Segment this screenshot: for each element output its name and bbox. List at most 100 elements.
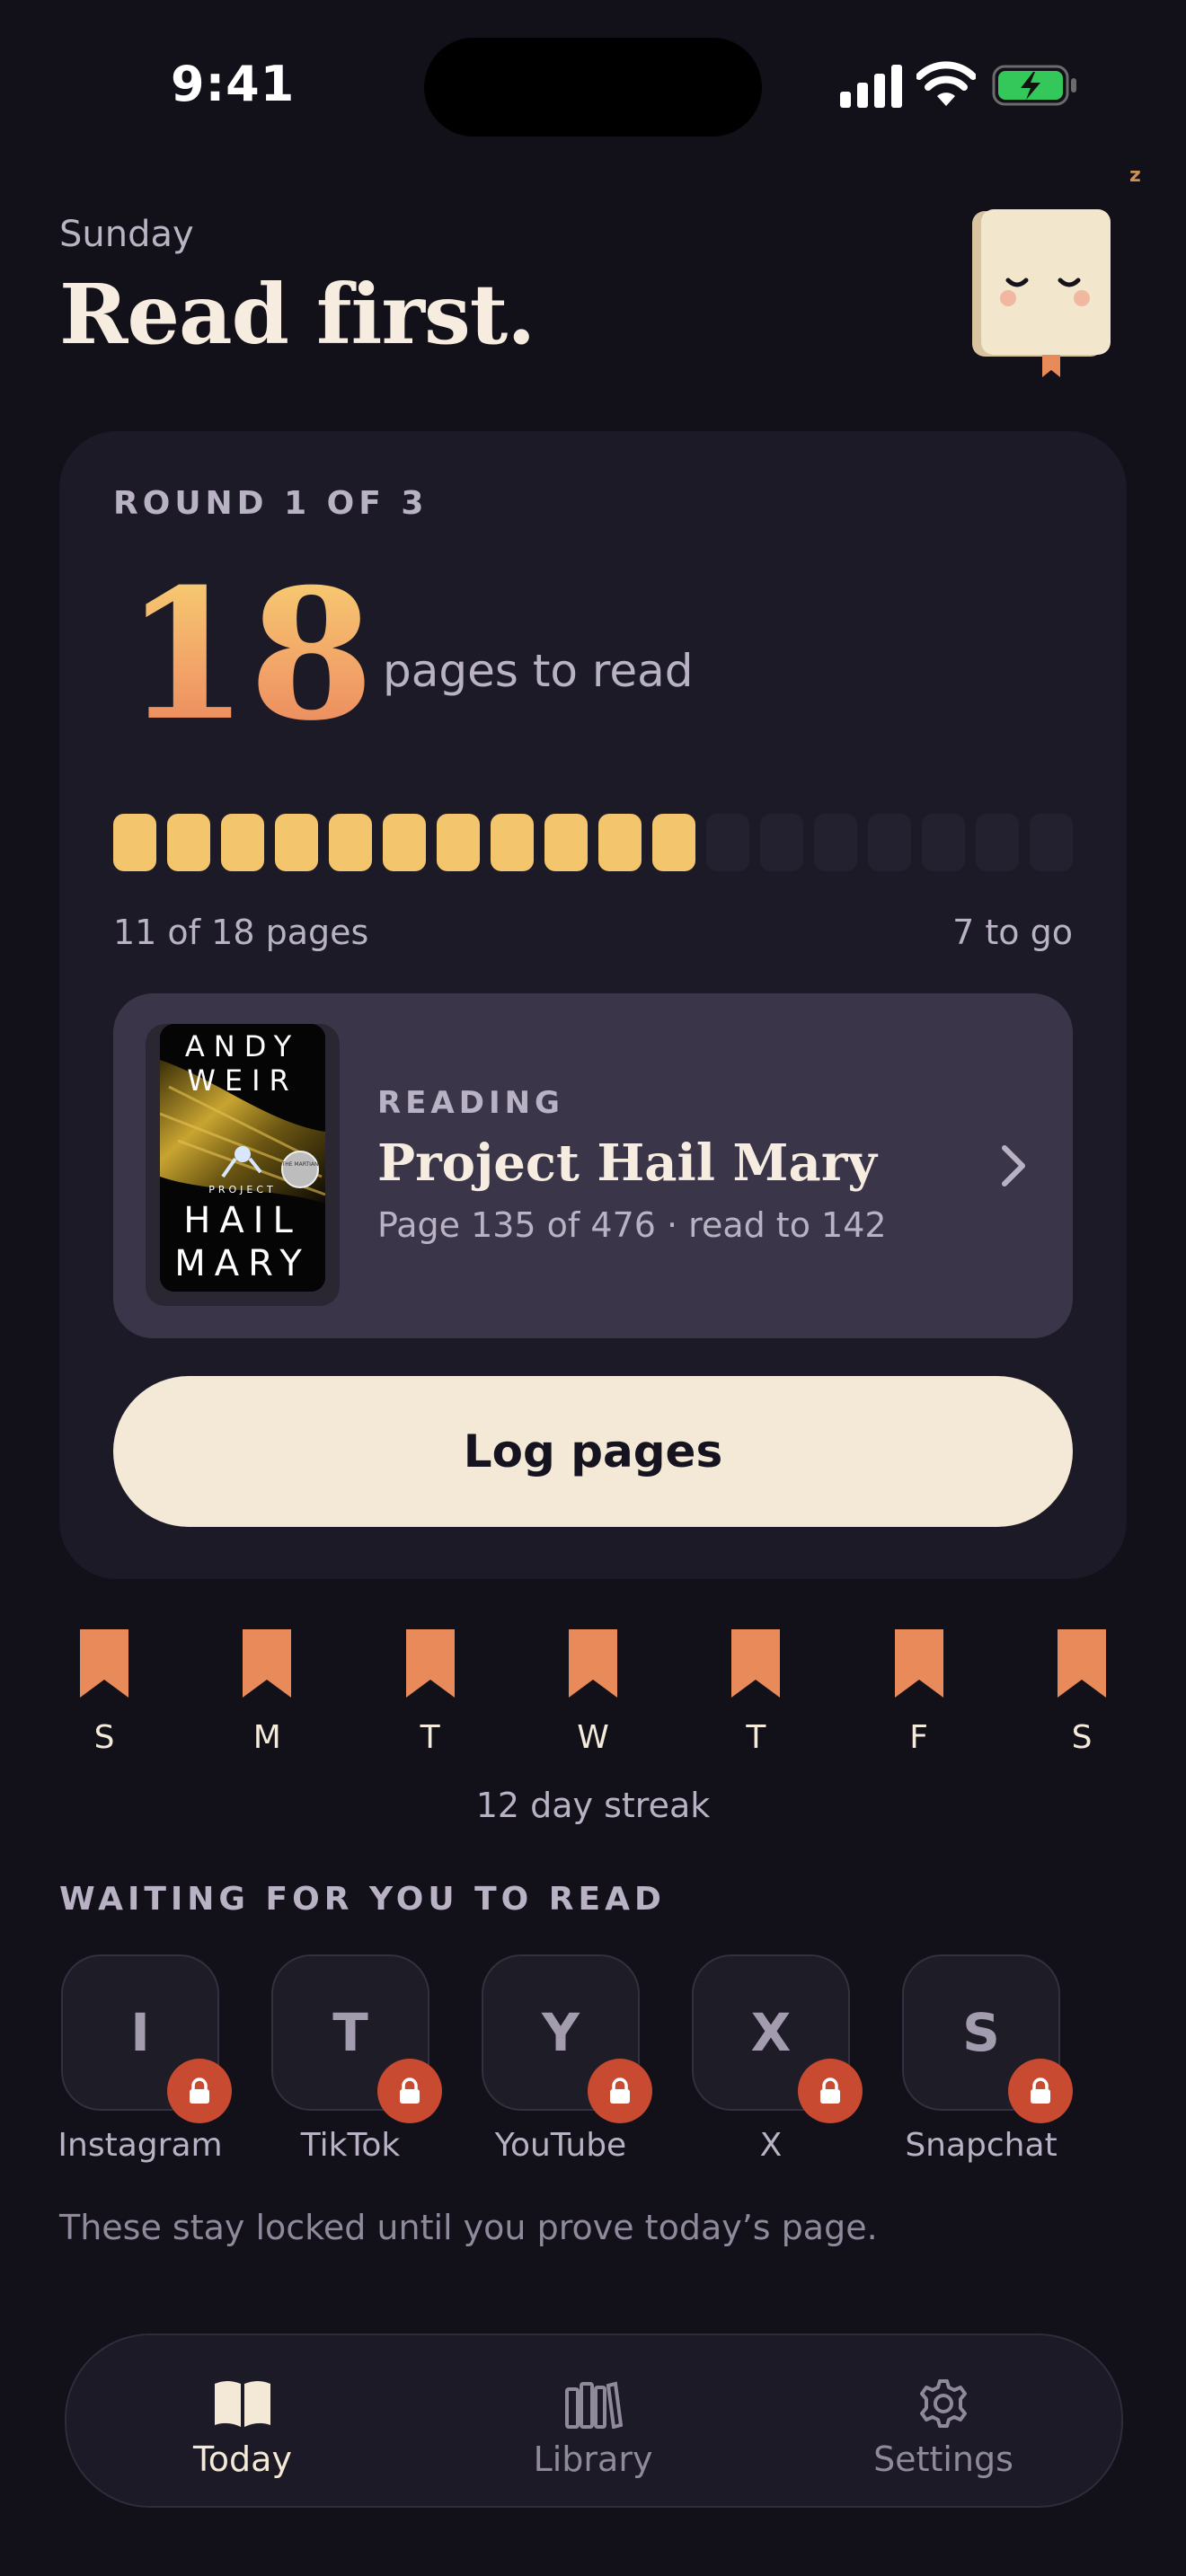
pages-goal-number: 18 xyxy=(124,550,375,761)
dynamic-island xyxy=(424,38,762,137)
progress-segment xyxy=(113,814,156,871)
pages-remaining-count: 7 to go xyxy=(952,913,1073,952)
streak-day-label: T xyxy=(420,1719,440,1756)
chevron-right-icon[interactable] xyxy=(996,1142,1031,1189)
progress-segment xyxy=(652,814,695,871)
lock-badge xyxy=(377,2059,442,2123)
app-tile: X xyxy=(692,1954,863,2123)
progress-segment xyxy=(437,814,480,871)
lock-badge xyxy=(588,2059,652,2123)
streak-day-label: S xyxy=(93,1719,115,1756)
locked-apps-note: These stay locked until you prove today’… xyxy=(59,2208,878,2247)
app-letter: X xyxy=(750,2002,792,2063)
lock-badge xyxy=(167,2059,232,2123)
lock-icon xyxy=(1031,2078,1050,2104)
progress-segment xyxy=(760,814,803,871)
cover-hail: HAIL xyxy=(183,1200,302,1241)
app-tile: Y xyxy=(482,1954,652,2123)
progress-segment xyxy=(706,814,749,871)
day-label: Sunday xyxy=(59,214,194,255)
app-letter: S xyxy=(962,2002,1000,2063)
streak-day: T xyxy=(720,1628,792,1756)
round-label: ROUND 1 OF 3 xyxy=(113,485,429,522)
book-title: Project Hail Mary xyxy=(377,1134,877,1193)
pages-goal-label: pages to read xyxy=(383,645,694,697)
app-letter: T xyxy=(332,2002,368,2063)
streak-day-label: M xyxy=(252,1719,281,1756)
lock-badge xyxy=(1008,2059,1073,2123)
page-title: Read first. xyxy=(59,266,535,363)
locked-app-youtube[interactable]: Y xyxy=(482,1954,652,2123)
lock-icon xyxy=(820,2078,840,2104)
app-letter: Y xyxy=(542,2002,580,2063)
streak-day-label: F xyxy=(909,1719,929,1756)
progress-segment xyxy=(491,814,534,871)
weekly-streak: SMTWTFS xyxy=(59,1628,1127,1762)
progress-segment xyxy=(544,814,588,871)
streak-day: F xyxy=(883,1628,955,1756)
bookmark-icon xyxy=(405,1629,455,1698)
app-tile: I xyxy=(61,1954,232,2123)
status-time: 9:41 xyxy=(171,56,296,112)
streak-day: W xyxy=(557,1628,629,1756)
progress-segment xyxy=(598,814,642,871)
tab-settings-label: Settings xyxy=(873,2439,1013,2479)
lock-badge xyxy=(798,2059,863,2123)
sleep-z: z xyxy=(1129,164,1141,187)
locked-app-instagram[interactable]: I xyxy=(61,1954,232,2123)
streak-label: 12 day streak xyxy=(475,1786,711,1825)
locked-app-tiktok[interactable]: T xyxy=(271,1954,442,2123)
app-tile: T xyxy=(271,1954,442,2123)
progress-segment xyxy=(167,814,210,871)
app-letter: I xyxy=(130,2002,150,2063)
lock-icon xyxy=(610,2078,630,2104)
progress-segment xyxy=(868,814,911,871)
bookmark-icon xyxy=(1058,1629,1106,1698)
log-pages-button[interactable]: Log pages xyxy=(113,1376,1073,1527)
bookmark-icon xyxy=(569,1629,617,1698)
cellular-signal-icon xyxy=(840,65,902,108)
streak-day-label: T xyxy=(746,1719,766,1756)
book-progress-text: Page 135 of 476 · read to 142 xyxy=(377,1205,887,1245)
bookmark-icon xyxy=(80,1629,128,1698)
streak-day: T xyxy=(394,1628,466,1756)
waiting-heading: WAITING FOR YOU TO READ xyxy=(59,1881,666,1918)
app-name: YouTube xyxy=(494,2127,627,2164)
pages-read-count: 11 of 18 pages xyxy=(113,913,369,952)
progress-segment xyxy=(221,814,264,871)
wifi-icon xyxy=(916,61,976,106)
cover-mary: MARY xyxy=(174,1243,311,1284)
streak-day: S xyxy=(1046,1628,1118,1756)
book-cover: THE MARTIAN ANDY WEIR PROJECT HAIL MARY xyxy=(160,1024,325,1292)
streak-day-label: W xyxy=(577,1719,609,1756)
progress-segment xyxy=(922,814,965,871)
progress-segment xyxy=(275,814,318,871)
locked-app-x[interactable]: X xyxy=(692,1954,863,2123)
battery-charging-icon xyxy=(992,65,1076,106)
tab-settings[interactable]: Settings xyxy=(836,2378,1051,2479)
tab-library-label: Library xyxy=(533,2439,653,2479)
reading-status-label: READING xyxy=(377,1085,564,1121)
bookmark-icon xyxy=(731,1629,781,1698)
progress-segment xyxy=(976,814,1019,871)
app-name: Instagram xyxy=(58,2127,223,2164)
progress-segment xyxy=(329,814,372,871)
lock-icon xyxy=(400,2078,420,2104)
sleeping-book-mascot: z xyxy=(972,164,1141,377)
bookmark-icon xyxy=(243,1629,292,1698)
progress-segment xyxy=(383,814,426,871)
progress-segment xyxy=(814,814,857,871)
locked-app-snapchat[interactable]: S xyxy=(902,1954,1073,2123)
streak-day: M xyxy=(231,1628,303,1756)
cover-author: ANDY WEIR xyxy=(184,1029,301,1098)
tab-library[interactable]: Library xyxy=(485,2378,701,2479)
tab-today[interactable]: Today xyxy=(135,2378,350,2479)
cover-project: PROJECT xyxy=(208,1184,277,1195)
bookmark-icon xyxy=(894,1629,943,1698)
tab-today-label: Today xyxy=(193,2439,292,2479)
app-tile: S xyxy=(902,1954,1073,2123)
gear-icon xyxy=(920,2379,967,2428)
streak-day-label: S xyxy=(1071,1719,1093,1756)
app-name: X xyxy=(759,2127,783,2164)
app-name: Snapchat xyxy=(905,2127,1058,2164)
